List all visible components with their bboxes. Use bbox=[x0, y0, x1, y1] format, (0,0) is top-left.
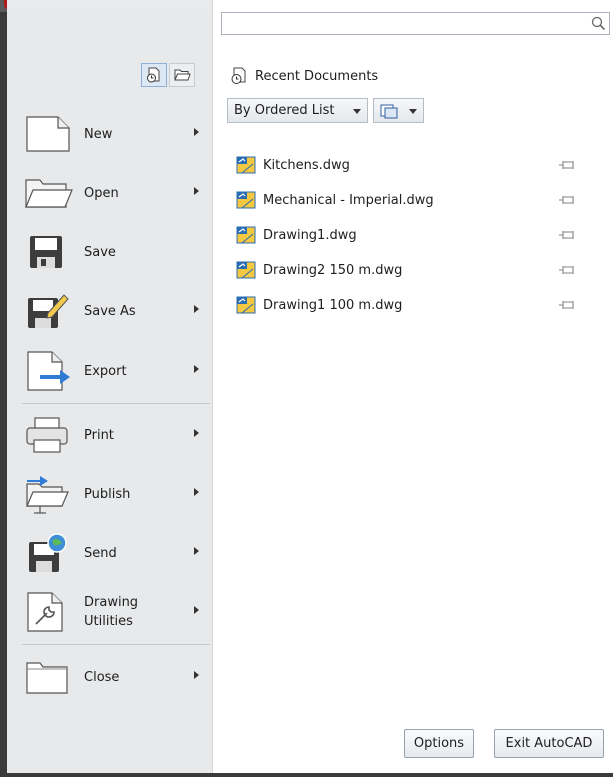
recent-documents-icon bbox=[147, 67, 160, 83]
search-icon[interactable] bbox=[590, 15, 607, 32]
document-name: Drawing2 150 m.dwg bbox=[263, 262, 403, 278]
dwg-file-icon bbox=[236, 191, 256, 209]
menu-item-label-line1: Drawing bbox=[84, 595, 139, 610]
pin-icon[interactable] bbox=[558, 229, 576, 241]
menu-item-new[interactable]: New bbox=[22, 105, 208, 163]
menu-divider bbox=[22, 644, 210, 645]
options-button[interactable]: Options bbox=[404, 729, 474, 758]
order-by-value: By Ordered List bbox=[234, 103, 335, 118]
menu-item-print[interactable]: Print bbox=[22, 406, 208, 464]
menu-item-label: Publish bbox=[84, 486, 131, 502]
drawing-utilities-icon bbox=[22, 590, 74, 634]
window-edge bbox=[0, 12, 7, 777]
menu-item-open[interactable]: Open bbox=[22, 164, 208, 222]
document-name: Mechanical - Imperial.dwg bbox=[263, 192, 434, 208]
recent-documents-title: Recent Documents bbox=[255, 68, 379, 84]
menu-item-publish[interactable]: Publish bbox=[22, 465, 208, 523]
pin-icon[interactable] bbox=[558, 264, 576, 276]
dwg-file-icon bbox=[236, 296, 256, 314]
menu-item-drawing-utilities[interactable]: Drawing Utilities bbox=[22, 583, 208, 641]
menu-item-label: Drawing Utilities bbox=[84, 593, 138, 631]
dwg-file-icon bbox=[236, 261, 256, 279]
application-menu: New Open Save Save As Export Print Publi… bbox=[0, 0, 613, 777]
view-toggle bbox=[141, 63, 195, 87]
menu-item-label: Send bbox=[84, 545, 117, 561]
icon-view-icon bbox=[380, 104, 398, 119]
new-document-icon bbox=[22, 112, 74, 156]
recent-document-row[interactable]: Kitchens.dwg bbox=[236, 153, 591, 177]
chevron-down-icon bbox=[409, 109, 417, 114]
close-folder-icon bbox=[22, 655, 74, 699]
menu-divider bbox=[22, 403, 210, 404]
pin-icon[interactable] bbox=[558, 299, 576, 311]
exit-autocad-button[interactable]: Exit AutoCAD bbox=[494, 729, 604, 758]
menu-item-label-line2: Utilities bbox=[84, 614, 133, 629]
export-icon bbox=[22, 349, 74, 393]
send-icon bbox=[22, 531, 74, 575]
document-name: Kitchens.dwg bbox=[263, 157, 350, 173]
order-by-dropdown[interactable]: By Ordered List bbox=[227, 98, 368, 123]
icon-view-dropdown[interactable] bbox=[373, 98, 424, 123]
save-as-icon bbox=[22, 289, 74, 333]
publish-icon bbox=[22, 472, 74, 516]
submenu-arrow-icon bbox=[194, 429, 199, 437]
submenu-arrow-icon bbox=[194, 128, 199, 136]
menu-item-save[interactable]: Save bbox=[22, 223, 208, 281]
chevron-down-icon bbox=[353, 109, 361, 114]
save-floppy-icon bbox=[22, 230, 74, 274]
recent-document-row[interactable]: Drawing2 150 m.dwg bbox=[236, 258, 591, 282]
submenu-arrow-icon bbox=[194, 305, 199, 313]
document-name: Drawing1.dwg bbox=[263, 227, 357, 243]
menu-item-label: Export bbox=[84, 363, 127, 379]
menu-item-label: New bbox=[84, 126, 113, 142]
open-documents-view-button[interactable] bbox=[169, 63, 195, 87]
search-input[interactable] bbox=[221, 12, 610, 35]
recent-document-row[interactable]: Drawing1 100 m.dwg bbox=[236, 293, 591, 317]
submenu-arrow-icon bbox=[194, 606, 199, 614]
open-folder-icon bbox=[22, 171, 74, 215]
open-documents-icon bbox=[174, 69, 191, 81]
pin-icon[interactable] bbox=[558, 159, 576, 171]
menu-item-send[interactable]: Send bbox=[22, 524, 208, 582]
menu-item-label: Open bbox=[84, 185, 119, 201]
menu-item-label: Save bbox=[84, 244, 116, 260]
recent-documents-header: Recent Documents bbox=[229, 66, 378, 86]
submenu-arrow-icon bbox=[194, 547, 199, 555]
submenu-arrow-icon bbox=[194, 488, 199, 496]
search-text-field[interactable] bbox=[226, 14, 590, 35]
dwg-file-icon bbox=[236, 226, 256, 244]
submenu-arrow-icon bbox=[194, 187, 199, 195]
menu-item-close[interactable]: Close bbox=[22, 648, 208, 706]
printer-icon bbox=[22, 413, 74, 457]
pin-icon[interactable] bbox=[558, 194, 576, 206]
menu-item-save-as[interactable]: Save As bbox=[22, 282, 208, 340]
recent-document-row[interactable]: Drawing1.dwg bbox=[236, 223, 591, 247]
submenu-arrow-icon bbox=[194, 365, 199, 373]
submenu-arrow-icon bbox=[194, 671, 199, 679]
recent-documents-icon bbox=[231, 67, 246, 84]
menu-item-label: Close bbox=[84, 669, 120, 685]
recent-documents-view-button[interactable] bbox=[141, 63, 167, 87]
menu-item-label: Save As bbox=[84, 303, 136, 319]
recent-document-row[interactable]: Mechanical - Imperial.dwg bbox=[236, 188, 591, 212]
dwg-file-icon bbox=[236, 156, 256, 174]
menu-item-export[interactable]: Export bbox=[22, 342, 208, 400]
window-bottom-edge bbox=[7, 773, 613, 777]
document-name: Drawing1 100 m.dwg bbox=[263, 297, 403, 313]
menu-item-label: Print bbox=[84, 427, 114, 443]
